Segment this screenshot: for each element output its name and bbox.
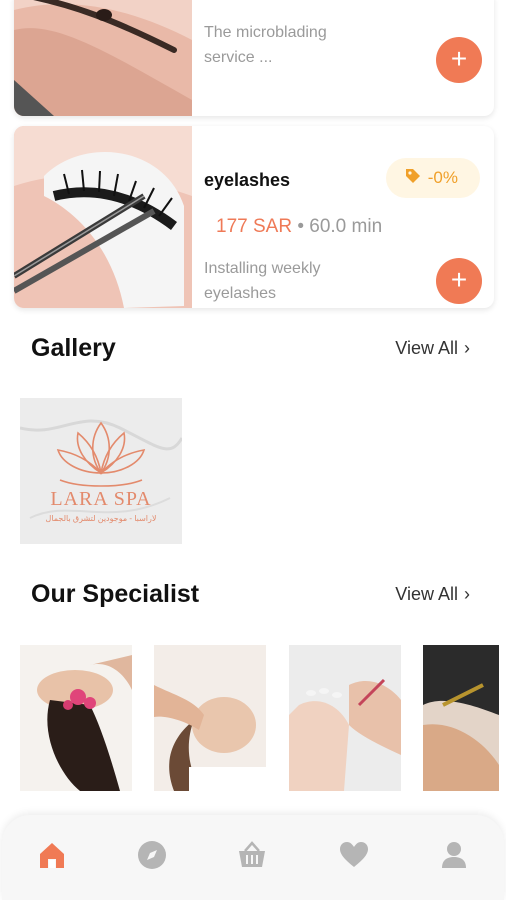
nav-favorites[interactable] [336, 837, 372, 873]
profile-icon [442, 842, 466, 868]
view-all-label: View All [395, 584, 458, 604]
service-image-microblading [14, 0, 192, 116]
service-card-microblading[interactable]: The microblading service ... + [14, 0, 494, 116]
service-title: eyelashes [204, 170, 291, 190]
view-all-label: View All [395, 338, 458, 358]
gallery-view-all-link[interactable]: View All › [395, 338, 470, 359]
add-service-button[interactable]: + [436, 258, 482, 304]
specialist-title: Our Specialist [31, 580, 200, 608]
gallery-logo-text: LARA SPA [50, 488, 152, 510]
service-image-eyelashes [14, 126, 192, 308]
discount-value: -0% [427, 168, 458, 187]
home-icon [40, 843, 64, 868]
add-service-button[interactable]: + [436, 37, 482, 83]
chevron-right-icon: › [464, 584, 470, 604]
specialist-card[interactable] [20, 645, 132, 791]
gallery-logo-subtext: لاراسبا - موجودين لتشرق بالجمال [45, 514, 157, 523]
nav-cart[interactable] [234, 837, 270, 873]
discount-badge: -0% [385, 158, 480, 198]
basket-icon [239, 841, 265, 867]
specialist-card[interactable] [154, 645, 266, 791]
chevron-right-icon: › [464, 338, 470, 358]
compass-icon [138, 841, 166, 869]
service-description: Installing weekly eyelashes [204, 260, 321, 302]
service-description: The microblading service ... [204, 24, 327, 66]
gallery-title: Gallery [31, 334, 116, 362]
service-duration: 60.0 min [309, 216, 383, 237]
price-line: 177 SAR • 60.0 min [216, 216, 382, 238]
specialist-card[interactable] [423, 645, 499, 791]
nav-profile[interactable] [436, 837, 472, 873]
specialist-view-all-link[interactable]: View All › [395, 584, 470, 605]
nav-home[interactable] [34, 837, 70, 873]
price-separator: • [297, 216, 304, 237]
service-card-eyelashes[interactable]: eyelashes -0% 177 SAR • 60.0 min Install… [14, 126, 494, 308]
tag-icon [404, 167, 422, 190]
heart-icon [340, 842, 368, 867]
specialist-card[interactable] [289, 645, 401, 791]
nav-explore[interactable] [134, 837, 170, 873]
bottom-navigation [2, 815, 504, 900]
service-price: 177 SAR [216, 216, 293, 237]
